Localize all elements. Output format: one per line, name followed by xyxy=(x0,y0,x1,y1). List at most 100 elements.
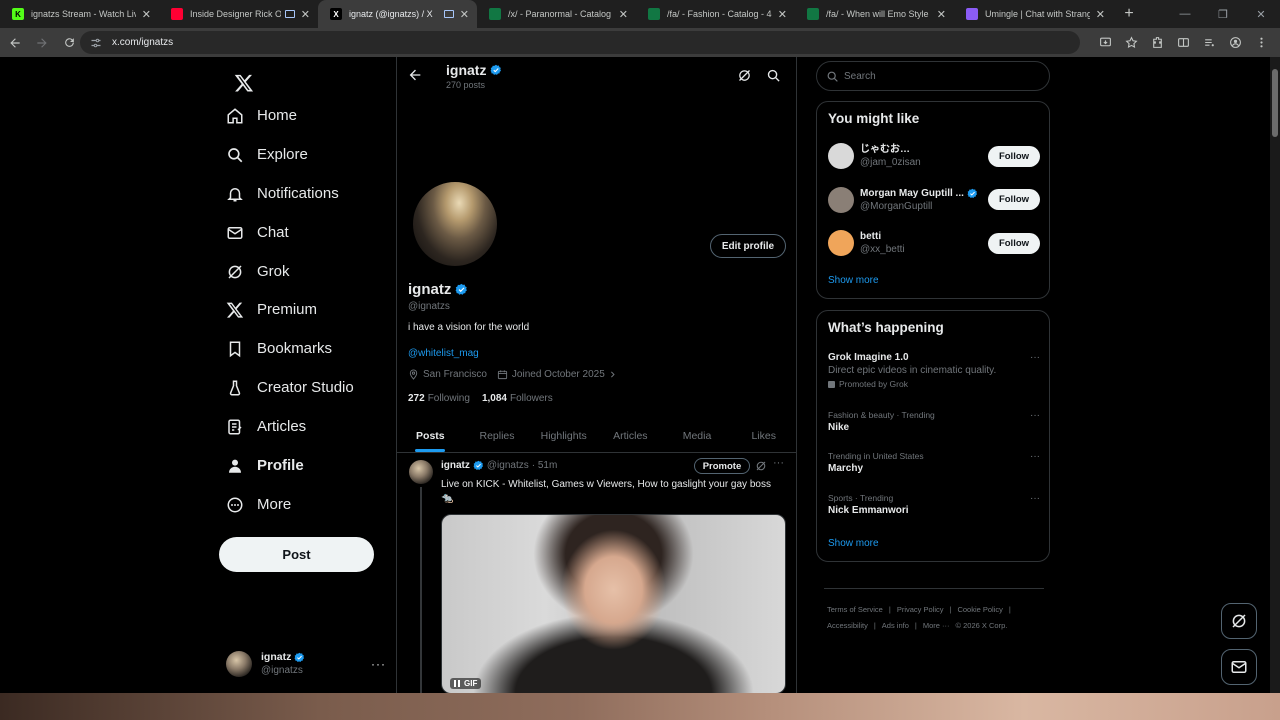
reload-button[interactable] xyxy=(57,31,81,55)
tab-likes[interactable]: Likes xyxy=(730,419,797,452)
avatar[interactable] xyxy=(828,143,854,169)
site-info-icon[interactable] xyxy=(90,37,102,49)
footer-link[interactable]: More ··· xyxy=(923,621,950,630)
search-input[interactable]: Search xyxy=(816,61,1050,91)
edit-profile-button[interactable]: Edit profile xyxy=(710,234,786,258)
tab-close-icon[interactable]: ✕ xyxy=(937,8,946,21)
avatar[interactable] xyxy=(828,186,854,213)
nav-item-more[interactable]: More xyxy=(218,485,291,524)
nav-item-notifications[interactable]: Notifications xyxy=(218,174,339,213)
footer-link[interactable]: Accessibility xyxy=(827,621,868,630)
footer-link[interactable]: Ads info xyxy=(882,621,909,630)
post-media-gif[interactable]: GIF xyxy=(441,514,786,693)
nav-item-grok[interactable]: Grok xyxy=(218,252,290,291)
followers-link[interactable]: 1,084 Followers xyxy=(482,393,553,404)
tab-posts[interactable]: Posts xyxy=(397,419,464,452)
avatar[interactable] xyxy=(828,230,854,256)
post-item[interactable]: ignatz @ignatzs · 51m Promote ··· Live o… xyxy=(397,454,797,693)
follow-button[interactable]: Follow xyxy=(988,189,1040,210)
profile-avatar[interactable] xyxy=(410,179,500,269)
tab-close-icon[interactable]: ✕ xyxy=(460,8,469,21)
bookmark-star-icon[interactable] xyxy=(1118,31,1144,54)
verified-badge-icon[interactable] xyxy=(455,283,468,296)
browser-tab[interactable]: Kignatzs Stream - Watch Live on ✕ xyxy=(0,0,159,28)
tab-close-icon[interactable]: ✕ xyxy=(301,8,310,21)
tab-articles[interactable]: Articles xyxy=(597,419,664,452)
more-dots-icon[interactable]: ··· xyxy=(371,657,386,671)
nav-item-premium[interactable]: Premium xyxy=(218,290,317,329)
scrollbar-thumb[interactable] xyxy=(1272,69,1278,137)
gif-badge[interactable]: GIF xyxy=(450,678,482,689)
more-dots-icon[interactable]: ··· xyxy=(1030,451,1040,462)
post-time[interactable]: · 51m xyxy=(532,460,558,471)
browser-tab[interactable]: /fa/ - Fashion - Catalog - 4chan ✕ xyxy=(636,0,795,28)
split-view-icon[interactable] xyxy=(1170,31,1196,54)
avatar[interactable] xyxy=(409,460,433,484)
grok-floating-button[interactable] xyxy=(1221,603,1257,639)
footer-link[interactable]: Terms of Service xyxy=(827,605,883,614)
tab-close-icon[interactable]: ✕ xyxy=(1096,8,1105,21)
suggested-user[interactable]: Morgan May Guptill ... @MorganGuptill Foll… xyxy=(828,183,1040,217)
media-controls-icon[interactable] xyxy=(1196,31,1222,54)
browser-tab[interactable]: Inside Designer Rick Owens ✕ xyxy=(159,0,318,28)
follow-button[interactable]: Follow xyxy=(988,145,1040,167)
tab-close-icon[interactable]: ✕ xyxy=(142,8,151,21)
trend-item[interactable]: Trending in United States Marchy ··· xyxy=(828,451,1040,474)
nav-item-articles[interactable]: Articles xyxy=(218,407,306,446)
menu-kebab-icon[interactable] xyxy=(1248,31,1274,54)
promote-button[interactable]: Promote xyxy=(694,458,750,474)
profile-icon[interactable] xyxy=(1222,31,1248,54)
post-author-name[interactable]: ignatz xyxy=(441,460,470,471)
nav-item-home[interactable]: Home xyxy=(218,96,297,135)
install-app-icon[interactable] xyxy=(1092,31,1118,54)
forward-nav-button[interactable] xyxy=(30,31,54,55)
profile-link[interactable]: @whitelist_mag xyxy=(408,348,479,359)
footer-link[interactable]: © 2026 X Corp. xyxy=(956,621,1008,630)
suggested-user[interactable]: betti @xx_betti Follow xyxy=(828,226,1040,260)
show-more-link[interactable]: Show more xyxy=(828,538,879,549)
grok-icon[interactable] xyxy=(737,68,752,83)
address-bar[interactable]: x.com/ignatzs xyxy=(80,31,1080,54)
browser-tab[interactable]: Xignatz (@ignatzs) / X ✕ xyxy=(318,0,477,28)
back-nav-button[interactable] xyxy=(3,31,27,55)
tab-close-icon[interactable]: ✕ xyxy=(778,8,787,21)
restore-icon[interactable]: ❐ xyxy=(1204,0,1242,28)
footer-link[interactable]: Cookie Policy xyxy=(957,605,1002,614)
tab-media[interactable]: Media xyxy=(664,419,731,452)
minimize-icon[interactable]: — xyxy=(1166,0,1204,28)
extensions-icon[interactable] xyxy=(1144,31,1170,54)
trend-item[interactable]: Sports · Trending Nick Emmanwori ··· xyxy=(828,493,1040,516)
nav-item-profile[interactable]: Profile xyxy=(218,446,304,485)
search-icon[interactable] xyxy=(766,68,781,83)
account-switcher[interactable]: ignatz @ignatzs ··· xyxy=(226,645,386,683)
trend-item[interactable]: Grok Imagine 1.0 Direct epic videos in ci… xyxy=(828,352,1040,389)
trend-item[interactable]: Fashion & beauty · Trending Nike ··· xyxy=(828,410,1040,433)
browser-tab[interactable]: /fa/ - When will Emo Style mak ✕ xyxy=(795,0,954,28)
show-more-link[interactable]: Show more xyxy=(828,275,879,286)
page-scrollbar[interactable] xyxy=(1270,57,1280,693)
tab-highlights[interactable]: Highlights xyxy=(530,419,597,452)
post-button[interactable]: Post xyxy=(219,537,374,572)
messages-floating-button[interactable] xyxy=(1221,649,1257,685)
following-link[interactable]: 272 Following xyxy=(408,393,470,404)
more-dots-icon[interactable]: ··· xyxy=(1030,352,1040,363)
nav-item-creator-studio[interactable]: Creator Studio xyxy=(218,368,354,407)
new-tab-button[interactable]: + xyxy=(1117,2,1141,26)
more-dots-icon[interactable]: ··· xyxy=(773,457,784,469)
back-arrow-icon[interactable] xyxy=(407,67,423,83)
suggested-user[interactable]: じゃむお… @jam_0zisan Follow xyxy=(828,139,1040,173)
follow-button[interactable]: Follow xyxy=(988,232,1040,254)
more-dots-icon[interactable]: ··· xyxy=(1030,410,1040,421)
footer-link[interactable]: Privacy Policy xyxy=(897,605,944,614)
tab-close-icon[interactable]: ✕ xyxy=(619,8,628,21)
browser-tab[interactable]: Umingle | Chat with Strangers ✕ xyxy=(954,0,1113,28)
joined-date[interactable]: Joined October 2025 xyxy=(497,369,617,380)
nav-item-explore[interactable]: Explore xyxy=(218,135,308,174)
nav-item-bookmarks[interactable]: Bookmarks xyxy=(218,329,332,368)
tab-replies[interactable]: Replies xyxy=(464,419,531,452)
nav-item-chat[interactable]: Chat xyxy=(218,213,289,252)
more-dots-icon[interactable]: ··· xyxy=(1030,493,1040,504)
close-window-icon[interactable]: ✕ xyxy=(1242,0,1280,28)
grok-icon[interactable] xyxy=(755,460,767,472)
browser-tab[interactable]: /x/ - Paranormal - Catalog - 4c ✕ xyxy=(477,0,636,28)
